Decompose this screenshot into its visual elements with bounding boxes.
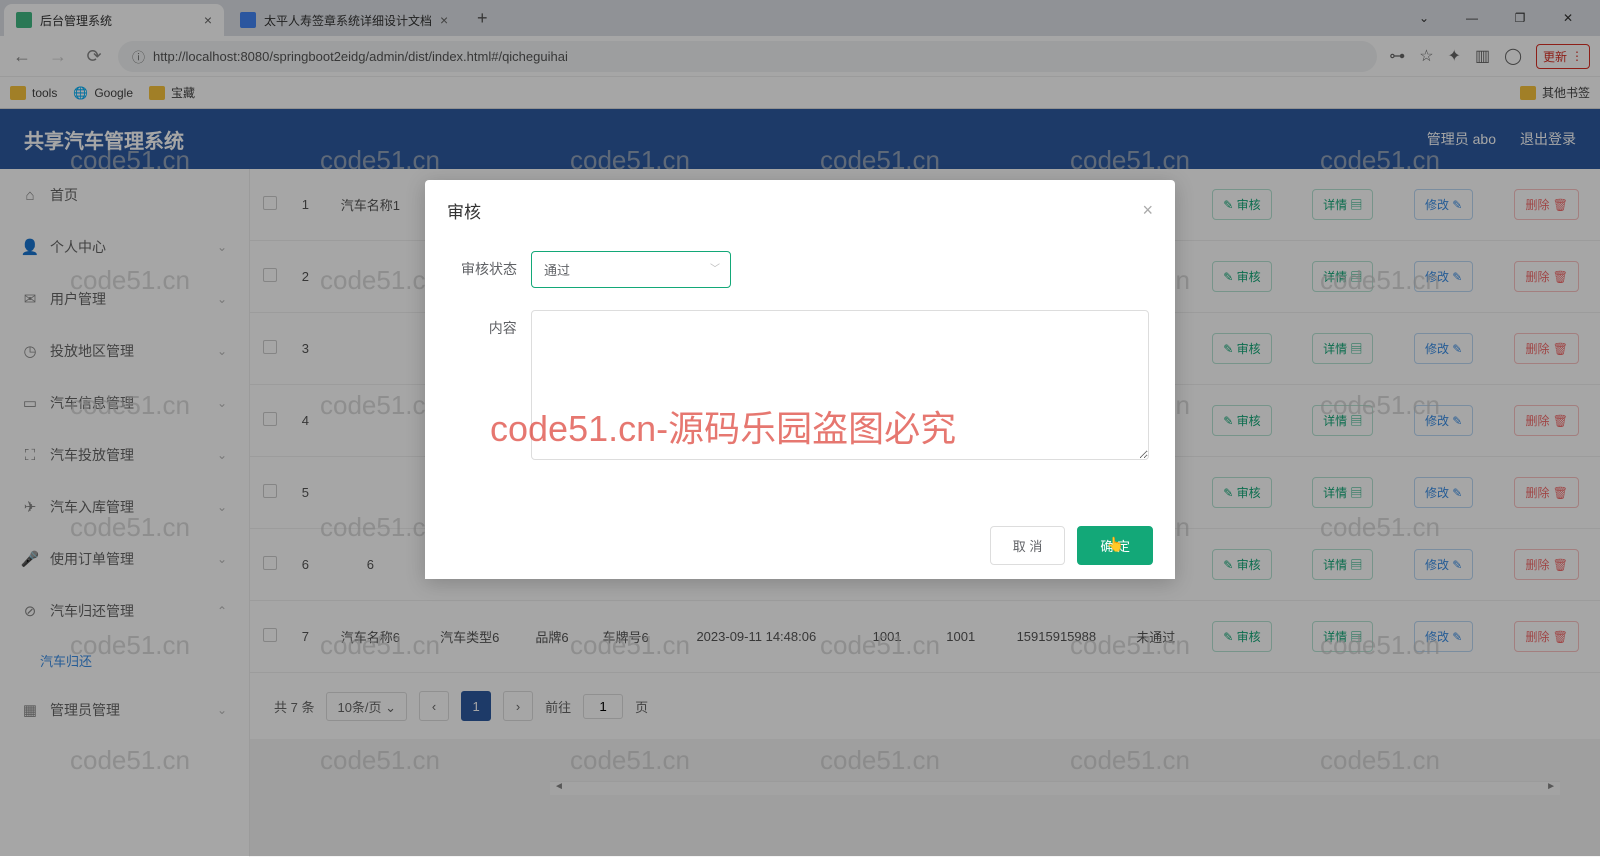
- modal-close-icon[interactable]: ×: [1142, 200, 1153, 221]
- status-label: 审核状态: [451, 251, 531, 279]
- status-select[interactable]: 通过: [531, 251, 731, 288]
- modal-body: 审核状态 通过 内容: [425, 241, 1175, 512]
- modal-overlay: 审核 × 审核状态 通过 内容 取 消 确 定 👆: [0, 0, 1600, 856]
- modal-title: 审核: [447, 198, 481, 223]
- cancel-button[interactable]: 取 消: [990, 526, 1066, 565]
- content-label: 内容: [451, 310, 531, 338]
- modal-footer: 取 消 确 定 👆: [425, 512, 1175, 579]
- modal-header: 审核 ×: [425, 180, 1175, 241]
- cursor-icon: 👆: [1106, 536, 1123, 553]
- content-textarea[interactable]: [531, 310, 1149, 460]
- confirm-button[interactable]: 确 定 👆: [1077, 526, 1153, 565]
- audit-modal: 审核 × 审核状态 通过 内容 取 消 确 定 👆: [425, 180, 1175, 579]
